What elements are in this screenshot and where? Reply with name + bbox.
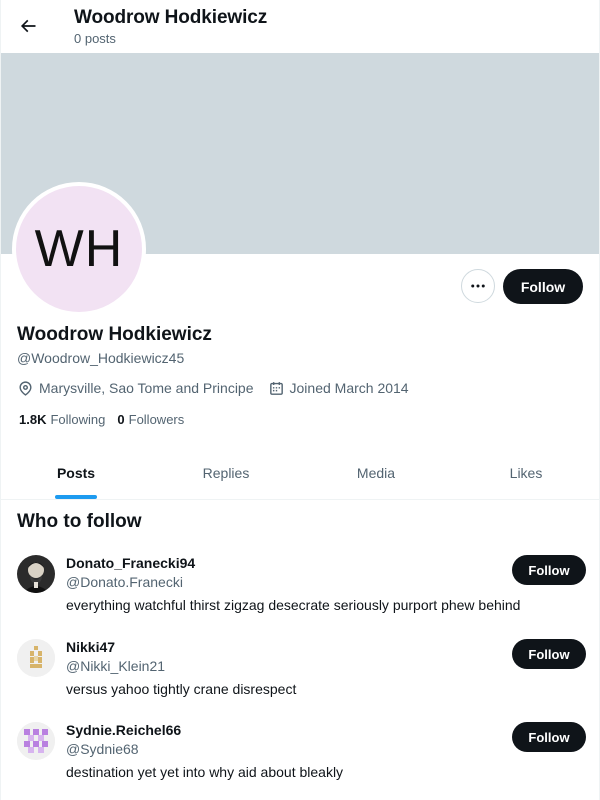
followers-label: Followers xyxy=(128,412,185,427)
more-options-button[interactable] xyxy=(461,269,495,303)
tab-posts[interactable]: Posts xyxy=(1,447,151,499)
avatar[interactable]: WH xyxy=(12,182,146,316)
follow-button[interactable]: Follow xyxy=(503,269,583,304)
location-text: Marysville, Sao Tome and Principe xyxy=(39,380,254,396)
following-link[interactable]: 1.8K Following xyxy=(19,412,105,427)
location: Marysville, Sao Tome and Principe xyxy=(17,380,254,397)
who-to-follow-heading: Who to follow xyxy=(17,511,142,532)
user-handle: @Woodrow_Hodkiewicz45 xyxy=(17,350,185,366)
avatar[interactable] xyxy=(17,722,55,760)
followers-link[interactable]: 0 Followers xyxy=(117,412,184,427)
suggestion-item[interactable]: Donato_Franecki94 @Donato.Franecki every… xyxy=(1,555,599,638)
suggestion-item[interactable]: Nikki47 @Nikki_Klein21 versus yahoo tigh… xyxy=(1,639,599,722)
following-count: 1.8K xyxy=(19,412,47,427)
active-tab-indicator xyxy=(55,495,97,499)
join-date: Joined March 2014 xyxy=(268,380,409,397)
identicon-icon xyxy=(17,722,55,760)
header-title: Woodrow Hodkiewicz xyxy=(74,7,268,28)
suggestion-name[interactable]: Nikki47 xyxy=(66,639,115,655)
arrow-left-icon xyxy=(20,19,36,33)
join-date-text: Joined March 2014 xyxy=(289,380,409,396)
tab-replies[interactable]: Replies xyxy=(151,447,301,499)
avatar[interactable] xyxy=(17,555,55,593)
tab-label: Likes xyxy=(509,465,543,481)
ellipsis-icon xyxy=(471,284,485,288)
suggestion-handle: @Nikki_Klein21 xyxy=(66,658,166,674)
suggestion-handle: @Donato.Franecki xyxy=(66,574,183,590)
location-pin-icon xyxy=(19,380,32,396)
tab-label: Posts xyxy=(56,465,96,481)
top-bar: Woodrow Hodkiewicz 0 posts xyxy=(1,0,599,53)
tab-media[interactable]: Media xyxy=(301,447,451,499)
followers-count: 0 xyxy=(117,412,125,427)
avatar[interactable] xyxy=(17,639,55,677)
header-post-count: 0 posts xyxy=(74,31,116,46)
suggestion-bio: everything watchful thirst zigzag desecr… xyxy=(66,597,521,613)
tab-likes[interactable]: Likes xyxy=(451,447,599,499)
following-label: Following xyxy=(50,412,106,427)
follow-button[interactable]: Follow xyxy=(512,722,586,752)
portrait-photo-icon xyxy=(17,555,55,593)
avatar-initials: WH xyxy=(16,186,142,312)
follow-counts: 1.8K Following 0 Followers xyxy=(19,412,196,427)
calendar-icon xyxy=(269,381,283,395)
suggestion-bio: destination yet yet into why aid about b… xyxy=(66,764,344,780)
profile-tabs: Posts Replies Media Likes xyxy=(1,447,599,500)
back-button[interactable] xyxy=(11,9,45,43)
follow-button[interactable]: Follow xyxy=(512,555,586,585)
profile-page: Woodrow Hodkiewicz 0 posts WH Follow Woo… xyxy=(0,0,600,800)
identicon-icon xyxy=(17,639,55,677)
tab-label: Replies xyxy=(202,465,250,481)
suggestion-name[interactable]: Donato_Franecki94 xyxy=(66,555,195,571)
follow-button[interactable]: Follow xyxy=(512,639,586,669)
display-name: Woodrow Hodkiewicz xyxy=(17,324,212,345)
suggestion-handle: @Sydnie68 xyxy=(66,741,139,757)
suggestion-item[interactable]: Sydnie.Reichel66 @Sydnie68 destination y… xyxy=(1,722,599,800)
suggestion-name[interactable]: Sydnie.Reichel66 xyxy=(66,722,181,738)
profile-meta: Marysville, Sao Tome and Principe Joined… xyxy=(17,378,423,398)
suggestion-bio: versus yahoo tightly crane disrespect xyxy=(66,681,297,697)
tab-label: Media xyxy=(356,465,396,481)
